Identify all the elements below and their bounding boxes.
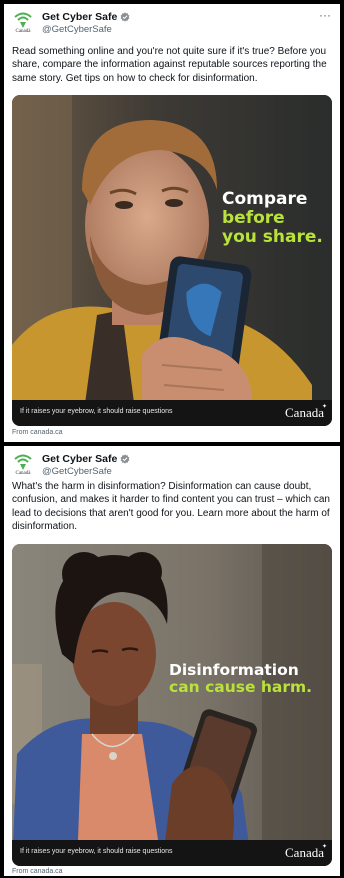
account-name-text: Get Cyber Safe [42, 453, 118, 465]
verified-badge-icon [120, 12, 130, 22]
wifi-shield-icon [14, 454, 32, 470]
woman-with-phone-photo [12, 544, 332, 866]
image-caption-bar: If it raises your eyebrow, it should rai… [12, 840, 332, 866]
account-handle[interactable]: @GetCyberSafe [42, 466, 112, 477]
maple-leaf-icon: ✦ [321, 404, 327, 410]
logo-caption: Canadä [15, 29, 31, 34]
headline-line: Compare [222, 189, 308, 209]
headline-line: before [222, 208, 285, 229]
canada-wordmark: Canada ✦ [285, 844, 327, 861]
headline-line: you share. [222, 227, 323, 248]
tweet-image[interactable]: Disinformation can cause harm. If it rai… [12, 544, 332, 866]
avatar[interactable]: Canadä [12, 453, 34, 479]
man-with-phone-photo [12, 95, 332, 426]
wifi-shield-icon [14, 12, 32, 28]
tweet-text: Read something online and you're not qui… [12, 46, 327, 84]
image-caption: If it raises your eyebrow, it should rai… [20, 848, 173, 855]
tweet-card[interactable]: Canadä Get Cyber Safe @GetCyberSafe ··· … [4, 4, 340, 442]
maple-leaf-icon: ✦ [321, 844, 327, 850]
canada-wordmark: Canada ✦ [285, 404, 327, 421]
account-name[interactable]: Get Cyber Safe [42, 11, 130, 23]
more-options-icon[interactable]: ··· [319, 8, 331, 22]
avatar[interactable]: Canadä [12, 11, 34, 37]
account-name-text: Get Cyber Safe [42, 11, 118, 23]
image-caption-bar: If it raises your eyebrow, it should rai… [12, 400, 332, 426]
headline-line: can cause harm. [169, 678, 313, 697]
tweet-image[interactable]: Compare before you share. If it raises y… [12, 95, 332, 426]
tweet-header: Canadä Get Cyber Safe @GetCyberSafe ··· [4, 4, 340, 44]
tweet-text: What's the harm in disinformation? Disin… [12, 481, 330, 533]
link-source[interactable]: From canada.ca [12, 868, 63, 875]
account-name[interactable]: Get Cyber Safe [42, 453, 130, 465]
link-source[interactable]: From canada.ca [12, 429, 63, 436]
image-headline: Disinformation can cause harm. [169, 661, 313, 697]
account-handle[interactable]: @GetCyberSafe [42, 24, 112, 35]
wordmark-text: Canada [285, 845, 324, 860]
logo-caption: Canadä [15, 471, 31, 476]
headline-line: Disinformation [169, 661, 299, 679]
wordmark-text: Canada [285, 405, 324, 420]
tweet-card[interactable]: Canadä Get Cyber Safe @GetCyberSafe What… [4, 446, 340, 876]
image-headline: Compare before you share. [222, 189, 323, 248]
image-caption: If it raises your eyebrow, it should rai… [20, 408, 173, 415]
verified-badge-icon [120, 454, 130, 464]
